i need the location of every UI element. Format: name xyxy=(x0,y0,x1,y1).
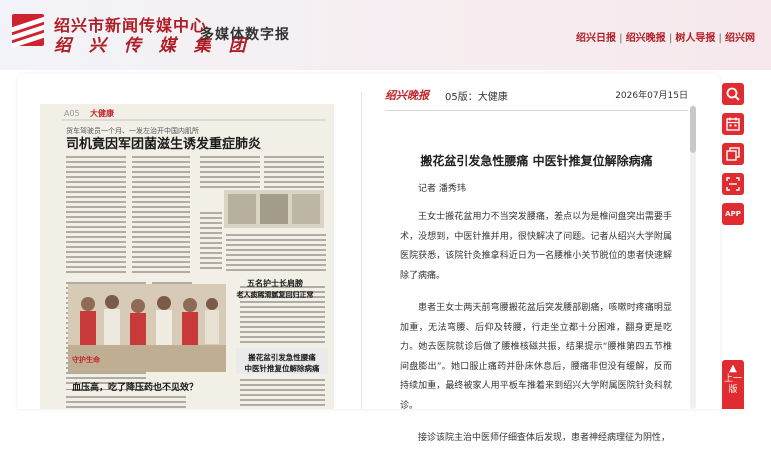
scan-button[interactable] xyxy=(722,173,744,195)
app-download-button[interactable]: APP xyxy=(722,203,744,225)
nav-link-shuren-guide[interactable]: 树人导报 xyxy=(675,33,715,44)
article-edition: 05版：大健康 xyxy=(445,92,508,103)
copy-icon xyxy=(726,147,740,161)
scan-icon xyxy=(726,177,740,191)
article-header-rule xyxy=(385,110,688,111)
headline-kicker: 货车驾驶员一个月、一发左治开中国内肌所 xyxy=(66,126,199,135)
article-paragraph: 接诊该院主治中医师仔细查体后发现，患者神经病理征为阴性， xyxy=(418,433,671,443)
article-author: 记者 潘秀玮 xyxy=(418,184,466,194)
headline-guard-life: 守护生命 xyxy=(72,355,101,364)
copy-button[interactable] xyxy=(722,143,744,165)
top-nav: 绍兴日报 | 绍兴晚报 | 树人导报 | 绍兴网 xyxy=(576,33,755,44)
site-header: 绍兴市新闻传媒中心 绍 兴 传 媒 集 团 多媒体数字报 绍兴日报 | 绍兴晚报 | 树… xyxy=(0,0,771,70)
app-label: APP xyxy=(725,210,741,218)
search-button[interactable] xyxy=(722,83,744,105)
headline-elderly: 老人痰稀滑腻复回归正常 xyxy=(236,290,314,299)
calendar-icon xyxy=(726,117,740,131)
headline-acupuncture[interactable]: 中医针推复位解除病痛 xyxy=(245,363,320,373)
page-section: 大健康 xyxy=(90,108,115,118)
article-paragraph: 患者王女士两天前弯腰搬花盆后突发腰部剧痛，咳嗽时疼痛明显加重，无法弯腰、后仰及转… xyxy=(400,303,672,411)
headline-main: 司机竟因军团菌滋生诱发重症肺炎 xyxy=(66,136,261,152)
article-body: 王女士搬花盆用力不当突发腰痛，差点以为是椎间盘突出需要手术，没想到，中医针推并用… xyxy=(400,208,672,449)
media-center-logo-icon xyxy=(12,14,44,49)
nav-link-shaoxing-web[interactable]: 绍兴网 xyxy=(725,33,755,44)
article-scrollbar-thumb[interactable] xyxy=(690,106,696,153)
column-divider xyxy=(361,92,362,409)
nav-link-shaoxing-evening[interactable]: 绍兴晚报 xyxy=(626,33,666,44)
previous-page-label: 上一版 xyxy=(723,374,742,395)
newspaper-page-graphic: A05 大健康 货车驾驶员一个月、一发左治开中国内肌所 司机竟因军团菌滋生诱发重… xyxy=(62,108,328,408)
article-paragraph: 王女士搬花盆用力不当突发腰痛，差点以为是椎间盘突出需要手术，没想到，中医针推并用… xyxy=(400,212,672,281)
calendar-button[interactable] xyxy=(722,113,744,135)
nav-link-shaoxing-daily[interactable]: 绍兴日报 xyxy=(576,33,616,44)
site-name: 多媒体数字报 xyxy=(200,27,290,43)
previous-page-button[interactable]: ▲ 上一版 xyxy=(722,360,744,409)
article-date: 2026年07月15日 xyxy=(615,91,688,101)
headline-flowerpot[interactable]: 搬花盆引发急性腰痛 xyxy=(248,352,316,362)
headline-blood-pressure: 血压高，吃了降压药也不见效？ xyxy=(72,381,198,393)
page-number: A05 xyxy=(64,109,80,118)
article-header: 绍兴晚报 05版：大健康 2026年07月15日 xyxy=(385,86,688,110)
newspaper-page-image[interactable]: A05 大健康 货车驾驶员一个月、一发左治开中国内肌所 司机竟因军团菌滋生诱发重… xyxy=(40,104,334,409)
article-title: 搬花盆引发急性腰痛 中医针推复位解除病痛 xyxy=(420,154,653,168)
headline-nurses: 五名护士长肩膀 xyxy=(247,278,303,288)
up-arrow-icon: ▲ xyxy=(729,363,737,374)
search-icon xyxy=(726,87,740,101)
paper-logo: 绍兴晚报 xyxy=(385,89,429,102)
